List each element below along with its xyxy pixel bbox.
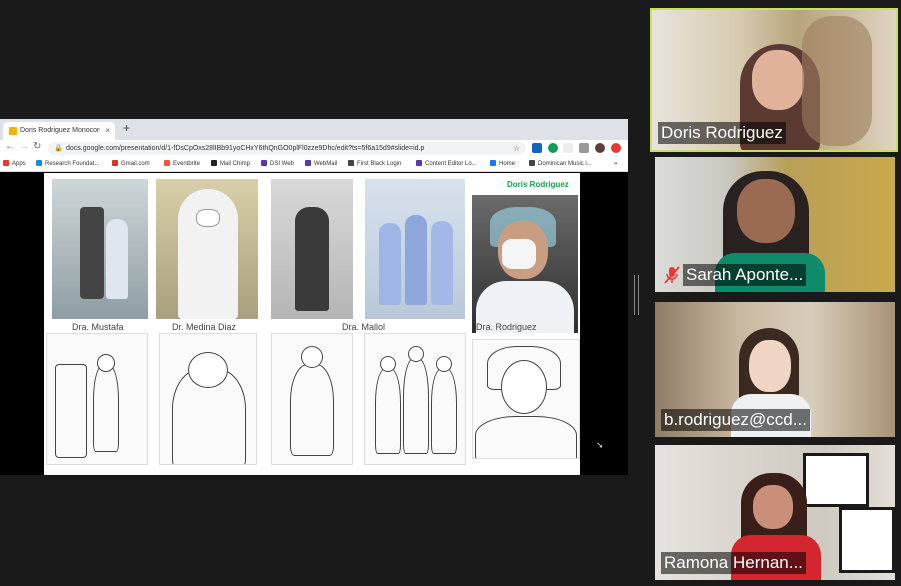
extension-icon[interactable]: [563, 143, 573, 153]
participant-name: b.rodriguez@ccd...: [661, 409, 810, 431]
photo-group: [365, 179, 465, 319]
bookmark-item[interactable]: Research Foundat...: [36, 157, 99, 171]
bookmark-item[interactable]: Apps: [3, 157, 26, 171]
bookmarks-bar: Apps Research Foundat... Gmail.com Event…: [0, 157, 628, 172]
photo-dr-medina-diaz: [156, 179, 258, 319]
extension-icon[interactable]: [611, 143, 621, 153]
participant-name: Ramona Hernan...: [661, 552, 806, 574]
new-tab-button[interactable]: +: [123, 121, 130, 135]
presenter-name-label: Doris Rodriguez: [507, 180, 569, 189]
extension-icon[interactable]: [532, 143, 542, 153]
participant-tile[interactable]: Sarah Aponte...: [655, 157, 895, 292]
bookmark-item[interactable]: DSI Web: [261, 157, 294, 171]
mouse-cursor-icon: ➘: [596, 440, 604, 450]
reload-icon[interactable]: ↻: [33, 141, 41, 152]
participant-name: Doris Rodriguez: [658, 122, 786, 144]
participant-tile[interactable]: b.rodriguez@ccd...: [655, 302, 895, 437]
muted-mic-icon: [664, 266, 680, 284]
bookmark-item[interactable]: Content Editor Lo...: [416, 157, 477, 171]
extension-icon[interactable]: [548, 143, 558, 153]
caption: Dra. Mallol: [342, 322, 386, 332]
bookmark-item[interactable]: Home: [490, 157, 515, 171]
profile-avatar[interactable]: [595, 143, 605, 153]
address-bar[interactable]: 🔒 docs.google.com/presentation/d/1-fDsCp…: [48, 142, 526, 155]
bookmark-item[interactable]: Dominican Music i...: [529, 157, 592, 171]
browser-toolbar: ← → ↻ 🔒 docs.google.com/presentation/d/1…: [0, 140, 628, 157]
bookmark-item[interactable]: Gmail.com: [112, 157, 150, 171]
sketch-dr-medina-diaz: [159, 333, 257, 465]
bookmark-item[interactable]: WebMail: [305, 157, 337, 171]
sketch-group: [364, 333, 466, 465]
bookmark-item[interactable]: First Black Login: [348, 157, 401, 171]
caption: Dra. Mustafa: [72, 322, 124, 332]
participant-tile[interactable]: Ramona Hernan...: [655, 445, 895, 580]
lock-icon: 🔒: [54, 145, 63, 152]
presentation-slide: Doris Rodriguez Dra. Mustafa Dr. Medina …: [44, 173, 580, 475]
browser-tab[interactable]: Doris Rodriguez Monocorde - ×: [3, 122, 115, 140]
bookmark-item[interactable]: Eventbrite: [164, 157, 200, 171]
bookmarks-overflow[interactable]: »: [614, 157, 617, 171]
sketch-dra-rodriguez: [472, 339, 580, 459]
forward-arrow-icon[interactable]: →: [19, 141, 29, 152]
tab-close-icon[interactable]: ×: [105, 122, 110, 140]
back-arrow-icon[interactable]: ←: [5, 141, 15, 152]
sketch-dra-mallol: [271, 333, 353, 465]
google-slides-icon: [9, 127, 17, 135]
participant-tile-active-speaker[interactable]: Doris Rodriguez: [650, 8, 898, 152]
browser-tab-bar: Doris Rodriguez Monocorde - × +: [0, 119, 628, 140]
tab-title: Doris Rodriguez Monocorde -: [20, 127, 100, 134]
bookmark-item[interactable]: Mail Chimp: [211, 157, 250, 171]
bookmark-star-icon[interactable]: ☆: [513, 142, 520, 155]
photo-dra-rodriguez: [472, 195, 578, 333]
participant-name: Sarah Aponte...: [683, 264, 807, 286]
caption: Dr. Medina Diaz: [172, 322, 237, 332]
caption: Dra. Rodriguez: [476, 322, 537, 332]
sketch-dra-mustafa: [46, 333, 148, 465]
shared-screen: Doris Rodriguez Monocorde - × + ← → ↻ 🔒 …: [0, 119, 628, 475]
address-bar-url: docs.google.com/presentation/d/1-fDsCpOx…: [66, 145, 425, 152]
panel-resize-handle[interactable]: [634, 275, 640, 315]
photo-dra-mallol: [271, 179, 353, 319]
puzzle-icon[interactable]: [579, 143, 589, 153]
photo-dra-mustafa: [52, 179, 148, 319]
